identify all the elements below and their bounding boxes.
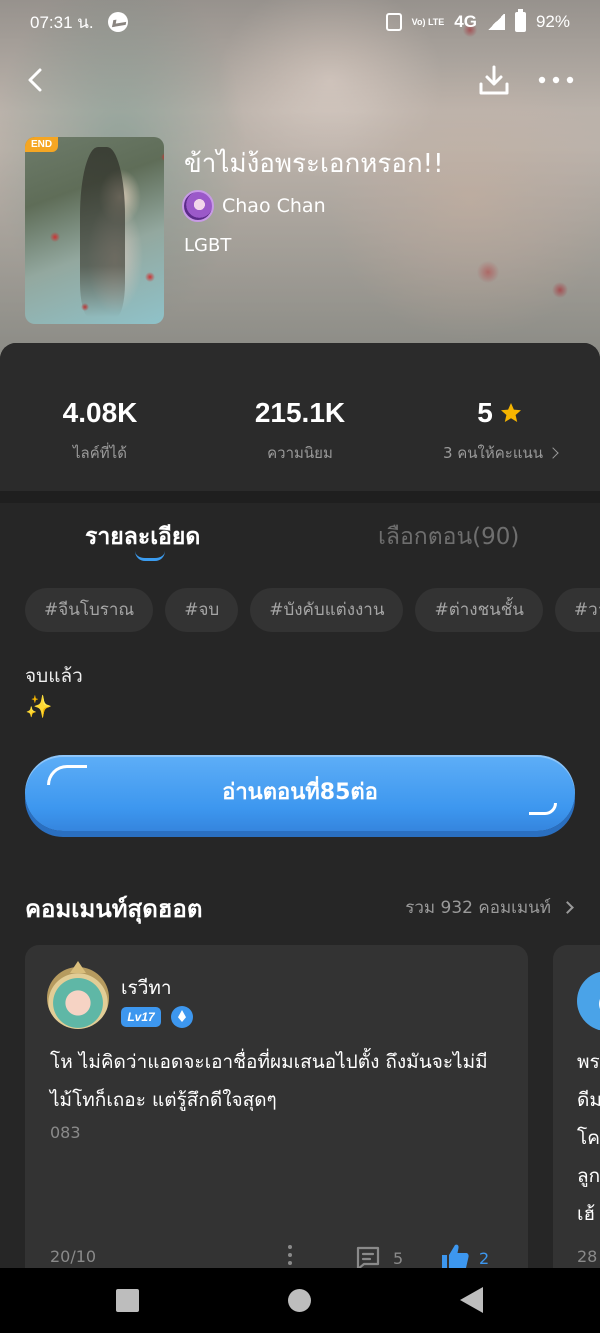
more-vertical-icon[interactable] — [287, 1245, 293, 1267]
button-gloss — [529, 803, 557, 815]
end-badge: END — [25, 137, 59, 152]
rating-label-row[interactable]: 3 คนให้คะแนน — [420, 441, 580, 465]
comment-card[interactable]: เรวีทา Lv17 โห ไม่คิดว่าแอดจะเอาชื่อที่ผ… — [25, 945, 528, 1268]
comment-text: โห ไม่คิดว่าแอดจะเอาชื่อที่ผมเสนอไปตั้ง … — [50, 1051, 488, 1111]
top-nav — [0, 58, 600, 102]
reply-count: 5 — [393, 1249, 404, 1268]
popularity-label: ความนิยม — [267, 444, 333, 462]
system-back-icon[interactable] — [460, 1287, 483, 1313]
stat-likes: 4.08K ไลค์ที่ได้ — [40, 397, 160, 465]
signal-icon — [486, 14, 505, 30]
stats-bar: 4.08K ไลค์ที่ได้ 215.1K ความนิยม 5 3 คนใ… — [0, 343, 600, 491]
rating-value: 5 — [477, 397, 493, 428]
battery-percent: 92% — [535, 12, 570, 31]
tag-chip[interactable]: #ต่างชนชั้น — [415, 588, 543, 632]
active-tab-indicator — [135, 551, 165, 561]
reply-icon[interactable] — [355, 1245, 381, 1268]
content-sheet: 4.08K ไลค์ที่ได้ 215.1K ความนิยม 5 3 คนใ… — [0, 343, 600, 1268]
book-cover[interactable]: END — [25, 137, 164, 324]
battery-icon — [514, 9, 526, 32]
description-text: จบแล้ว — [25, 665, 83, 687]
back-icon[interactable] — [22, 66, 50, 94]
tab-episodes[interactable]: เลือกตอน(90) — [378, 519, 519, 555]
author[interactable]: Chao Chan — [182, 190, 326, 222]
like-count: 2 — [479, 1249, 490, 1268]
comment-text: พร ดีม โค ลูก เฮ้ — [577, 1051, 600, 1225]
likes-value: 4.08K — [62, 397, 138, 428]
home-icon[interactable] — [288, 1289, 311, 1312]
tag-chip[interactable]: #วา — [554, 588, 600, 632]
chevron-right-icon — [547, 447, 559, 459]
comment-chapter: 083 — [50, 1123, 81, 1142]
popularity-value: 215.1K — [254, 397, 346, 428]
comment-date: 20/10 — [50, 1247, 97, 1266]
commenter-name[interactable]: เรวีทา — [121, 973, 172, 1003]
comment-card[interactable]: พร ดีม โค ลูก เฮ้ 28 — [553, 945, 600, 1268]
rank-gem-icon — [171, 1006, 193, 1028]
level-badge: Lv17 — [121, 1007, 161, 1027]
status-bar: 07:31 น. Vo) LTE 4G 92% — [0, 0, 600, 44]
comment-date: 28 — [577, 1247, 598, 1266]
vibrate-icon — [385, 13, 402, 31]
stat-rating[interactable]: 5 3 คนให้คะแนน — [420, 397, 580, 465]
all-comments-link[interactable]: รวม 932 คอมเมนท์ — [405, 894, 574, 921]
author-avatar[interactable] — [182, 190, 214, 222]
description-sparkles: ✨ — [25, 695, 53, 720]
tag-chip[interactable]: #บังคับแต่งงาน — [250, 588, 404, 632]
button-gloss — [47, 765, 87, 785]
rating-label: 3 คนให้คะแนน — [442, 444, 544, 462]
hot-comments-title: คอมเมนท์สุดฮอต — [25, 895, 203, 923]
messenger-icon — [107, 12, 128, 32]
tag-list: #จีนโบราณ #จบ #บังคับแต่งงาน #ต่างชนชั้น… — [25, 588, 600, 632]
rating-row: 5 — [420, 397, 580, 429]
more-icon[interactable] — [536, 64, 576, 96]
stat-popularity: 215.1K ความนิยม — [230, 397, 370, 465]
tab-bar: รายละเอียด เลือกตอน(90) — [0, 503, 600, 573]
tag-chip[interactable]: #จีนโบราณ — [25, 588, 154, 632]
system-nav-bar — [0, 1268, 600, 1333]
download-icon[interactable] — [476, 62, 512, 98]
thumbs-up-icon[interactable] — [439, 1242, 471, 1268]
comment-total: รวม 932 คอมเมนท์ — [405, 898, 551, 918]
star-icon — [500, 403, 521, 422]
continue-reading-button[interactable]: อ่านตอนที่85ต่อ — [25, 755, 575, 831]
tab-details[interactable]: รายละเอียด — [85, 519, 200, 555]
continue-reading-label: อ่านตอนที่85ต่อ — [222, 779, 378, 805]
author-name[interactable]: Chao Chan — [222, 195, 326, 217]
volte-icon: Vo) LTE — [411, 16, 445, 27]
tag-chip[interactable]: #จบ — [165, 588, 239, 632]
likes-label: ไลค์ที่ได้ — [73, 444, 127, 462]
genre-label[interactable]: LGBT — [184, 235, 231, 256]
status-time: 07:31 น. — [30, 12, 94, 32]
network-type: 4G — [454, 12, 477, 31]
commenter-avatar[interactable] — [577, 971, 600, 1031]
chevron-right-icon — [561, 901, 574, 914]
cover-artwork — [80, 147, 125, 317]
recent-apps-icon[interactable] — [116, 1289, 139, 1312]
book-title: ข้าไม่ง้อพระเอกหรอก!! — [184, 149, 444, 179]
section-divider — [0, 491, 600, 503]
commenter-avatar[interactable] — [47, 967, 109, 1029]
